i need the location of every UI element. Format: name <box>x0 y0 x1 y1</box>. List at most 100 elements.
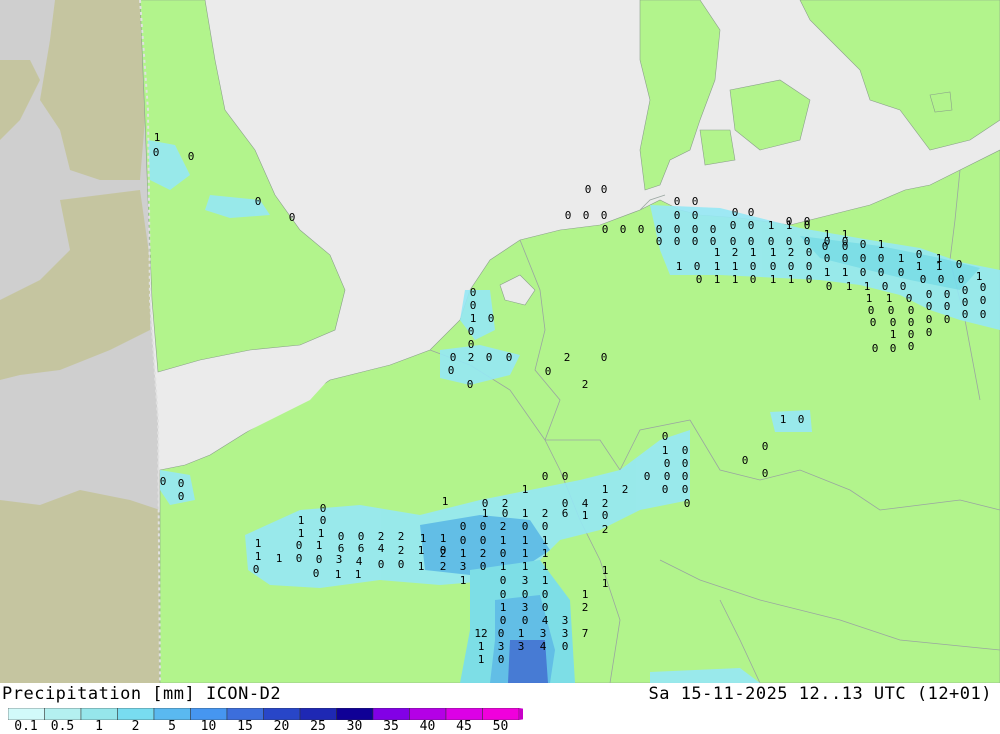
precip-value-label: 0 <box>480 534 487 547</box>
precip-value-label: 2 <box>732 246 739 259</box>
precip-value-label: 1 <box>518 627 525 640</box>
precip-value-label: 0 <box>870 316 877 329</box>
precip-value-label: 1 <box>936 260 943 273</box>
precip-value-label: 0 <box>908 340 915 353</box>
precip-value-label: 0 <box>562 640 569 653</box>
precip-value-label: 1 <box>500 601 507 614</box>
precip-value-label: 0 <box>313 567 320 580</box>
precip-value-label: 1 <box>276 552 283 565</box>
precip-value-label: 0 <box>316 553 323 566</box>
precip-value-label: 1 <box>470 312 477 325</box>
precip-value-label: 0 <box>153 146 160 159</box>
precip-value-label: 0 <box>562 470 569 483</box>
precip-value-label: 0 <box>178 490 185 503</box>
precip-value-label: 2 <box>788 246 795 259</box>
precip-value-label: 1 <box>898 252 905 265</box>
precip-value-label: 0 <box>762 467 769 480</box>
precip-value-label: 0 <box>860 252 867 265</box>
precip-value-label: 0 <box>788 260 795 273</box>
precip-value-label: 1 <box>522 534 529 547</box>
precip-value-label: 0 <box>542 520 549 533</box>
precip-value-label: 0 <box>730 219 737 232</box>
precip-value-label: 3 <box>336 553 343 566</box>
precip-value-label: 0 <box>178 477 185 490</box>
precip-value-label: 1 <box>442 495 449 508</box>
map-title: Precipitation [mm] ICON-D2 <box>2 684 282 704</box>
precip-value-label: 0 <box>980 281 987 294</box>
precip-value-label: 1 <box>355 568 362 581</box>
precip-value-label: 6 <box>358 542 365 555</box>
precip-value-label: 0 <box>696 273 703 286</box>
precip-value-label: 0 <box>926 326 933 339</box>
precip-value-label: 0 <box>980 308 987 321</box>
precip-value-label: 0 <box>296 552 303 565</box>
legend-tick-label: 20 <box>273 719 290 734</box>
precip-value-label: 0 <box>500 588 507 601</box>
precip-value-label: 3 <box>522 574 529 587</box>
precipitation-map: 1000000000000000000000000000000000001100… <box>0 0 1000 683</box>
precip-value-label: 2 <box>622 483 629 496</box>
precip-value-label: 0 <box>748 219 755 232</box>
precip-value-label: 0 <box>878 252 885 265</box>
precip-value-label: 2 <box>602 523 609 536</box>
precip-value-label: 0 <box>468 325 475 338</box>
precip-value-label: 1 <box>582 588 589 601</box>
precip-value-label: 1 <box>522 560 529 573</box>
precip-value-label: 1 <box>154 131 161 144</box>
precip-value-label: 1 <box>768 219 775 232</box>
precip-value-label: 0 <box>806 246 813 259</box>
precip-value-label: 1 <box>460 574 467 587</box>
precip-value-label: 0 <box>565 209 572 222</box>
map-footer: Precipitation [mm] ICON-D2 Sa 15-11-2025… <box>0 683 1000 734</box>
precip-value-label: 0 <box>962 308 969 321</box>
precip-value-label: 2 <box>480 547 487 560</box>
legend-tick-label: 50 <box>492 719 509 734</box>
precip-value-label: 0 <box>980 294 987 307</box>
precip-value-label: 4 <box>542 614 549 627</box>
precip-value-label: 0 <box>638 223 645 236</box>
legend-tick-label: 2 <box>131 719 140 734</box>
precip-value-label: 2 <box>500 520 507 533</box>
precip-value-label: 0 <box>804 215 811 228</box>
precip-value-label: 1 <box>255 537 262 550</box>
precip-value-label: 1 <box>780 413 787 426</box>
precip-value-label: 0 <box>542 588 549 601</box>
precip-value-label: 1 <box>602 577 609 590</box>
land-danish-islands <box>699 129 736 166</box>
precip-value-label: 0 <box>450 351 457 364</box>
legend-tick-label: 5 <box>168 719 176 734</box>
color-legend <box>8 708 523 720</box>
precip-value-label: 1 <box>482 507 489 520</box>
precip-value-label: 1 <box>662 444 669 457</box>
precip-value-label: 0 <box>585 183 592 196</box>
precip-value-label: 0 <box>662 430 669 443</box>
precip-value-label: 1 <box>842 266 849 279</box>
precip-value-label: 0 <box>674 195 681 208</box>
precip-value-label: 1 <box>770 273 777 286</box>
precip-value-label: 1 <box>846 280 853 293</box>
precip-value-label: 1 <box>335 568 342 581</box>
precip-value-label: 1 <box>500 560 507 573</box>
precip-value-label: 0 <box>498 627 505 640</box>
precip-value-label: 0 <box>920 273 927 286</box>
precip-value-label: 0 <box>468 338 475 351</box>
precip-value-label: 0 <box>500 547 507 560</box>
precip-value-label: 1 <box>500 534 507 547</box>
precip-value-label: 1 <box>770 246 777 259</box>
precip-value-label: 1 <box>602 564 609 577</box>
precip-value-label: 0 <box>522 614 529 627</box>
legend-tick-label: 35 <box>383 719 399 734</box>
precip-value-label: 1 <box>418 544 425 557</box>
outside-domain-land <box>0 490 160 683</box>
precip-value-label: 1 <box>522 507 529 520</box>
legend-tick-label: 1 <box>95 719 103 734</box>
precip-value-label: 0 <box>662 483 669 496</box>
precip-value-label: 0 <box>682 483 689 496</box>
precip-value-label: 1 <box>602 483 609 496</box>
precip-value-label: 0 <box>692 195 699 208</box>
precip-value-label: 1 <box>714 273 721 286</box>
precip-value-label: 0 <box>682 470 689 483</box>
precip-value-label: 1 <box>316 539 323 552</box>
precip-value-label: 0 <box>682 457 689 470</box>
precip-value-label: 0 <box>320 514 327 527</box>
